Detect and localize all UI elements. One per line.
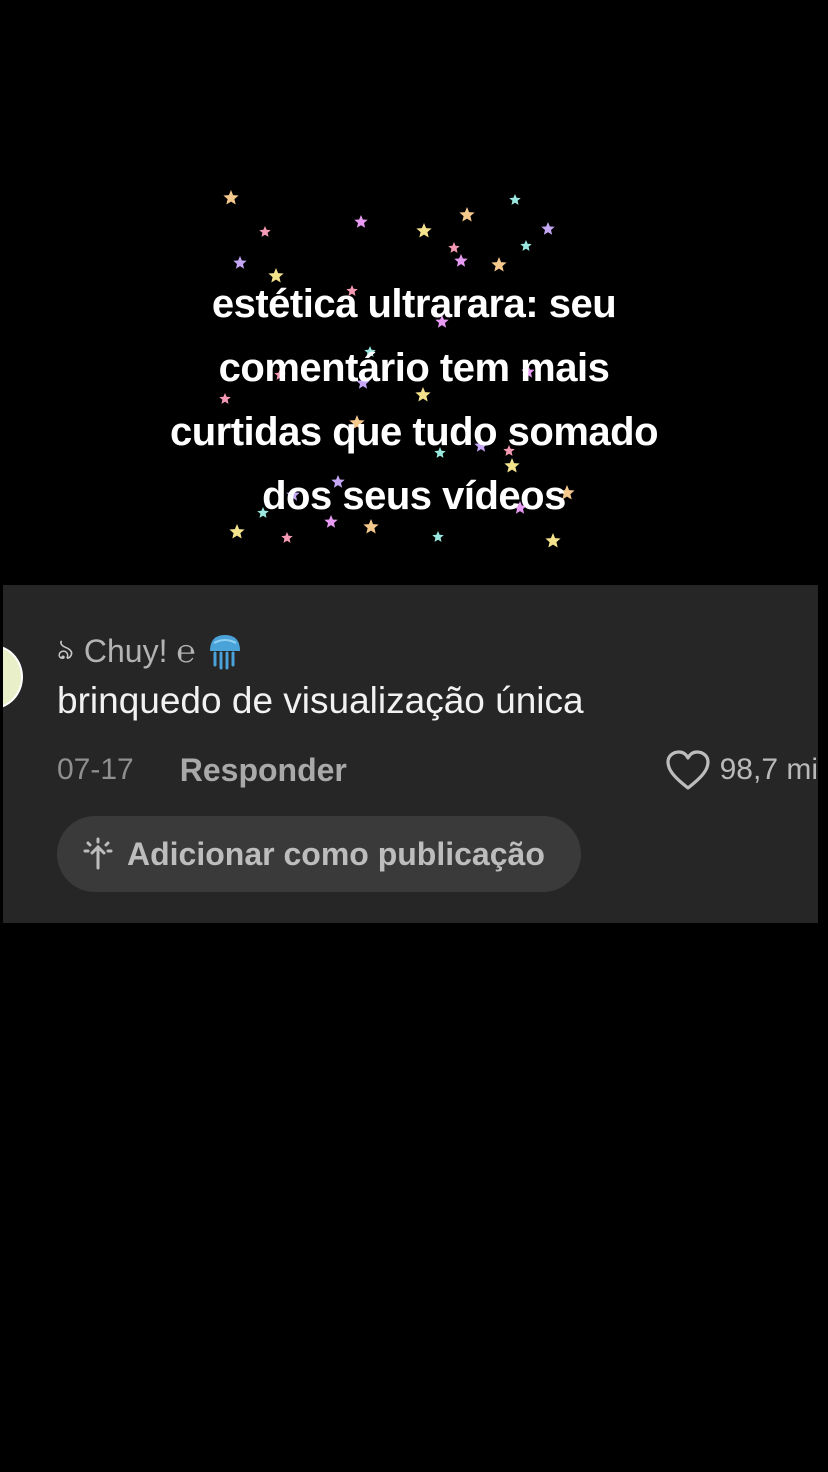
like-count: 98,7 mi (719, 753, 818, 786)
sparkle-star (416, 223, 432, 238)
sparkle-star (509, 194, 521, 205)
heart-icon[interactable] (664, 748, 712, 792)
caption-line-3: curtidas que tudo somado (169, 410, 659, 454)
add-as-post-button[interactable]: Adicionar como publicação (57, 816, 581, 892)
comment-date: 07-17 (57, 753, 134, 786)
sparkle-star (541, 222, 555, 235)
sparkle-star (545, 533, 561, 548)
like-button[interactable]: 98,7 mi (664, 748, 818, 792)
sparkle-star (520, 240, 532, 251)
caption-line-4: dos seus vídeos (262, 474, 566, 518)
sparkle-star (223, 190, 239, 205)
reply-button[interactable]: Responder (180, 752, 347, 789)
comment-text: brinquedo de visualização única (57, 680, 584, 721)
caption-line-2: comentário tem mais (218, 346, 610, 390)
caption-line-1: estética ultrarara: seu (211, 282, 617, 326)
jellyfish-icon (209, 635, 240, 670)
add-as-post-label: Adicionar como publicação (127, 835, 545, 872)
video-caption: estética ultrarara: seu comentário tem m… (0, 272, 828, 528)
username-prefix-glyph: ঌ (57, 632, 74, 666)
username-row[interactable]: ঌ Chuy! ℮ (57, 629, 244, 673)
username[interactable]: Chuy! ℮ (84, 633, 196, 670)
sparkle-star (459, 207, 475, 222)
avatar[interactable] (3, 645, 23, 709)
comment-card: ঌ Chuy! ℮ brinquedo de visualização únic… (3, 585, 818, 923)
comment-meta: 07-17 Responder (57, 750, 347, 790)
sparkle-star (354, 215, 368, 228)
sparkle-star (432, 531, 444, 542)
sparkle-arrow-icon (83, 837, 113, 870)
sparkle-star (491, 257, 507, 272)
sparkle-star (233, 256, 247, 269)
sparkle-star (454, 254, 468, 267)
sparkle-star (259, 226, 271, 237)
sparkle-star (448, 242, 460, 253)
sparkle-star (281, 532, 293, 543)
